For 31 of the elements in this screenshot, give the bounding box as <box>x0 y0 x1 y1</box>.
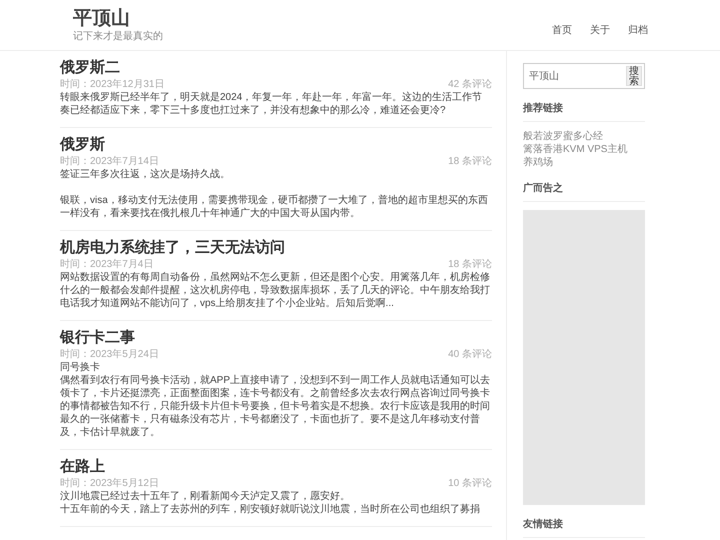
post-date: 时间：2023年12月31日 <box>60 78 164 91</box>
nav-link[interactable]: 归档 <box>628 23 648 37</box>
sidebar-link[interactable]: 篱落香港KVM VPS主机 <box>523 143 645 156</box>
post-paragraph: 十五年前的今天，踏上了去苏州的列车，刚安顿好就听说汶川地震，当时所在公司也组织了募捐 <box>60 503 481 516</box>
post-date: 时间：2023年7月14日 <box>60 155 159 168</box>
search-button[interactable]: 搜索 <box>626 66 642 86</box>
post-paragraph: 网站数据设置的有每周自动备份，虽然网站不怎么更新，但还是图个心安。用篱落几年，机房检修什么的一般都会发邮件提醒，这次机房停电，导致数据库损坏，丢了几天的评论。中午朋友给我打电话我才知道网站不能访问了，vps上给朋友挂了个小企业站。后知后觉啊... <box>60 271 491 310</box>
post-title[interactable]: 俄罗斯二 <box>60 58 492 78</box>
post-date: 时间：2023年5月12日 <box>60 477 159 490</box>
site-tagline: 记下来才是最真实的 <box>73 31 163 43</box>
search-field[interactable]: 平顶山 搜索 <box>523 63 645 89</box>
nav-link[interactable]: 关于 <box>590 23 610 37</box>
post-paragraph: 汶川地震已经过去十五年了，刚看新闻今天泸定又震了，愿安好。 <box>60 490 351 503</box>
sidebar-link[interactable]: 养鸡场 <box>523 156 645 169</box>
post-title[interactable]: 在路上 <box>60 457 492 477</box>
post-title[interactable]: 机房电力系统挂了，三天无法访问 <box>60 238 492 258</box>
post-paragraph: 转眼来俄罗斯已经半年了，明天就是2024，年复一年，年赴一年，年富一年。这边的生活工作节奏已经都适应下来，零下三十多度也扛过来了，并没有想象中的那么冷，难道还会更冷? <box>60 91 484 117</box>
sidebar-link[interactable]: 般若波罗蜜多心经 <box>523 130 645 143</box>
nav-link[interactable]: 首页 <box>552 23 572 37</box>
post-title[interactable]: 俄罗斯 <box>60 135 492 155</box>
post-paragraph: 签证三年多次往返，这次是场持久战。 <box>60 168 231 181</box>
post-paragraph: 同号换卡 <box>60 361 101 374</box>
widget-heading: 广而告之 <box>523 181 645 202</box>
widget-heading: 推荐链接 <box>523 101 645 122</box>
widget-heading: 友情链接 <box>523 517 645 538</box>
post-date: 时间：2023年7月4日 <box>60 258 154 271</box>
post-paragraph: 偶然看到农行有同号换卡活动，就APP上直接申请了，没想到不到一周工作人员就电话通知可以去领卡了，卡片还挺漂亮，正面整面图案，连卡号都没有。之前曾经多次去农行网点咨询过同号换卡的事情都被告知不行，只能升级卡片但卡号要换，但卡号着实是不想换。农行卡应该是我用的时间最久的一张储蓄卡，只有磁条没有芯片，卡号都磨没了，卡面也折了。要不是这几年移动支付普及，卡估计早就废了。 <box>60 374 492 439</box>
post-date: 时间：2023年5月24日 <box>60 348 159 361</box>
post-paragraph: 银联，visa，移动支付无法使用，需要携带现金，硬币都攒了一大堆了，普地的超市里想买的东西一样没有，看来要找在俄扎根几十年神通广大的中国大哥从国内带。 <box>60 194 489 220</box>
post-title[interactable]: 银行卡二事 <box>60 328 492 348</box>
site-title[interactable]: 平顶山 <box>73 8 163 30</box>
